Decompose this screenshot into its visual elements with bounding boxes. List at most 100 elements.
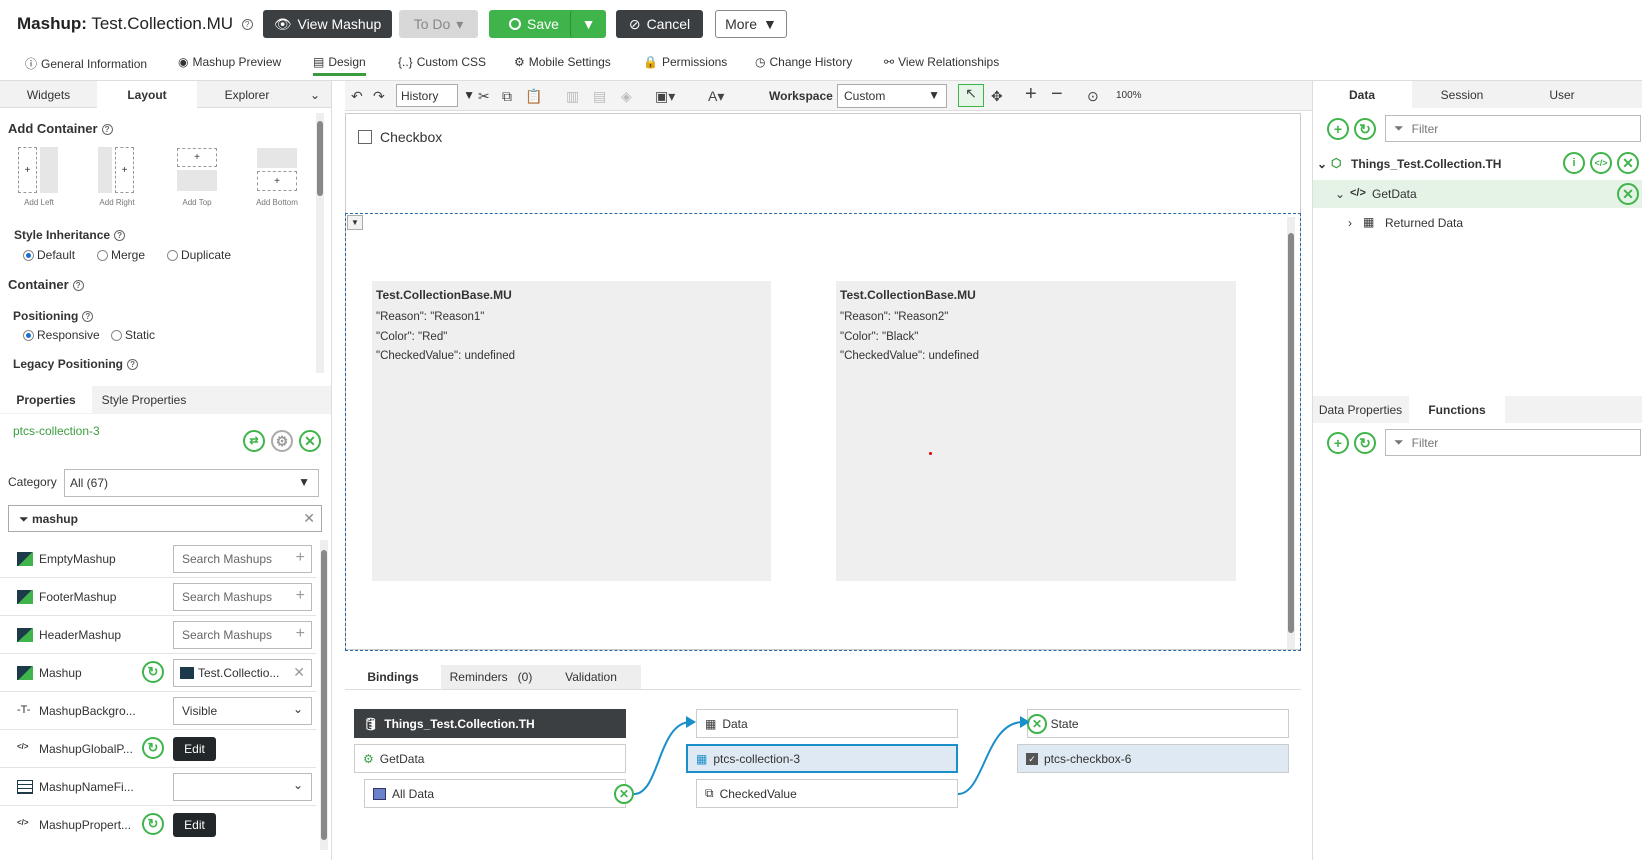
tab-view-relationships[interactable]: ⚯ View Relationships	[884, 55, 999, 69]
radio-responsive[interactable]: Responsive	[23, 328, 100, 342]
help-icon[interactable]: ?	[127, 359, 139, 371]
help-icon[interactable]: ?	[82, 311, 94, 323]
source-thing[interactable]: 🛢 Things_Test.Collection.TH	[354, 709, 626, 738]
add-right-icon[interactable]: +	[115, 147, 134, 193]
info-icon[interactable]: i	[1563, 152, 1585, 174]
close-icon[interactable]: ✕	[1617, 152, 1639, 174]
radio-static[interactable]: Static	[111, 328, 155, 342]
add-left-icon[interactable]: +	[18, 147, 37, 193]
save-options-dropdown[interactable]: ▼	[570, 10, 606, 38]
category-select[interactable]: All (67) ▼	[64, 469, 319, 497]
tab-general-information[interactable]: ⓘ General Information	[25, 55, 147, 72]
mashup-field[interactable]: Test.Collectio... ✕	[173, 659, 312, 687]
refresh-icon[interactable]: ↻	[142, 813, 164, 835]
tab-style-properties[interactable]: Style Properties	[92, 386, 196, 413]
tab-data-properties[interactable]: Data Properties	[1312, 396, 1409, 423]
tab-change-history[interactable]: ◷ Change History	[755, 55, 852, 69]
layout-scrollbar[interactable]	[316, 113, 324, 373]
cancel-button[interactable]: ⊘ Cancel	[616, 10, 703, 38]
help-icon[interactable]: ?	[72, 280, 84, 292]
center-icon[interactable]: ◈	[621, 88, 632, 105]
clear-icon[interactable]: ✕	[293, 664, 305, 681]
search-mashups-input[interactable]: Search Mashups +	[173, 621, 312, 649]
help-icon[interactable]: ?	[101, 124, 113, 136]
thing-tree-row[interactable]: ⌄ ⬡ Things_Test.Collection.TH i </> ✕	[1313, 150, 1642, 178]
refresh-icon[interactable]: ↻	[1354, 432, 1376, 454]
radio-merge[interactable]: Merge	[97, 248, 145, 262]
tab-session[interactable]: Session	[1412, 81, 1512, 108]
chevron-down-icon[interactable]: ⌄	[305, 81, 325, 108]
returned-data-row[interactable]: › ▦ Returned Data	[1313, 210, 1642, 236]
copy-icon[interactable]: ⧉	[502, 88, 512, 105]
tab-permissions[interactable]: 🔒 Permissions	[643, 55, 727, 69]
checkbox-widget[interactable]: Checkbox	[358, 129, 442, 145]
redo-icon[interactable]: ↷	[373, 88, 385, 105]
view-mashup-button[interactable]: 👁 View Mashup	[263, 10, 392, 38]
close-icon[interactable]: ✕	[1617, 183, 1639, 205]
radio-duplicate[interactable]: Duplicate	[167, 248, 231, 262]
align-icon[interactable]: ▥	[566, 88, 579, 105]
add-top-icon[interactable]: +	[177, 148, 217, 167]
code-icon[interactable]: </>	[1590, 152, 1612, 174]
add-icon[interactable]: +	[296, 587, 305, 605]
property-search-input[interactable]: ⏷ mashup ✕	[8, 505, 322, 532]
add-bottom-icon[interactable]: +	[257, 171, 297, 191]
source-service[interactable]: ⚙ GetData	[354, 744, 626, 773]
tab-mobile-settings[interactable]: ⚙ Mobile Settings	[514, 55, 611, 69]
search-mashups-input[interactable]: Search Mashups +	[173, 583, 312, 611]
workspace-select[interactable]: Custom ▼	[837, 84, 947, 108]
collection-item[interactable]: Test.CollectionBase.MU "Reason": "Reason…	[836, 281, 1236, 581]
edit-button[interactable]: Edit	[173, 737, 216, 761]
tab-user[interactable]: User	[1512, 81, 1612, 108]
source-all-data[interactable]: All Data	[364, 779, 626, 808]
add-data-icon[interactable]: +	[1327, 118, 1349, 140]
tab-mashup-preview[interactable]: ◉ Mashup Preview	[178, 55, 281, 69]
help-icon[interactable]: ?	[114, 230, 126, 242]
tab-bindings[interactable]: Bindings	[345, 665, 441, 689]
panel-divider[interactable]	[1312, 81, 1313, 860]
tab-widgets[interactable]: Widgets	[0, 81, 97, 108]
tab-layout[interactable]: Layout	[97, 81, 197, 108]
data-filter-input[interactable]: ⏷ Filter	[1385, 115, 1641, 142]
clear-icon[interactable]: ✕	[303, 510, 315, 527]
add-function-icon[interactable]: +	[1327, 432, 1349, 454]
todo-button[interactable]: To Do ▾	[399, 10, 478, 38]
radio-default[interactable]: Default	[23, 248, 75, 262]
more-button[interactable]: More ▼	[715, 10, 787, 38]
visibility-select[interactable]: Visible ⌄	[173, 697, 312, 725]
move-icon[interactable]: ✥	[991, 88, 1003, 105]
tab-functions[interactable]: Functions	[1409, 396, 1505, 423]
distribute-icon[interactable]: ▤	[593, 88, 606, 105]
refresh-icon[interactable]: ↻	[142, 737, 164, 759]
zoom-fit-icon[interactable]: ⊙	[1087, 88, 1099, 105]
collection-item[interactable]: Test.CollectionBase.MU "Reason": "Reason…	[372, 281, 771, 581]
container-menu-icon[interactable]: ▼	[347, 215, 363, 230]
canvas-scrollbar[interactable]	[1287, 217, 1295, 649]
localize-icon[interactable]: A▾	[708, 88, 724, 105]
search-mashups-input[interactable]: Search Mashups +	[173, 545, 312, 573]
service-tree-row[interactable]: ⌄ </> GetData ✕	[1313, 180, 1642, 208]
undo-icon[interactable]: ↶	[351, 88, 363, 105]
close-icon[interactable]: ✕	[299, 430, 321, 452]
history-dropdown[interactable]: History ▼	[396, 84, 475, 107]
paste-icon[interactable]: 📋	[525, 88, 542, 105]
tab-custom-css[interactable]: {..} Custom CSS	[398, 55, 486, 69]
help-icon[interactable]: ?	[241, 19, 253, 31]
select-pointer-icon[interactable]: ↖	[958, 84, 984, 107]
checkbox-box[interactable]	[358, 130, 372, 144]
mashupnamefield-select[interactable]: ⌄	[173, 773, 312, 801]
save-button[interactable]: Save	[489, 10, 579, 38]
zoom-in-icon[interactable]: +	[1025, 83, 1037, 106]
panel-divider[interactable]	[331, 81, 332, 860]
edit-button[interactable]: Edit	[173, 813, 216, 837]
zoom-out-icon[interactable]: −	[1051, 83, 1063, 106]
tab-properties[interactable]: Properties	[0, 386, 92, 413]
add-icon[interactable]: +	[296, 549, 305, 567]
layout-view-icon[interactable]: ▣▾	[655, 88, 675, 105]
gear-icon[interactable]: ⚙	[271, 430, 293, 452]
refresh-icon[interactable]: ↻	[142, 661, 164, 683]
tab-data[interactable]: Data	[1312, 81, 1412, 108]
tab-explorer[interactable]: Explorer	[197, 81, 297, 108]
tab-validation[interactable]: Validation	[541, 665, 641, 689]
tab-reminders[interactable]: Reminders (0)	[441, 665, 541, 689]
